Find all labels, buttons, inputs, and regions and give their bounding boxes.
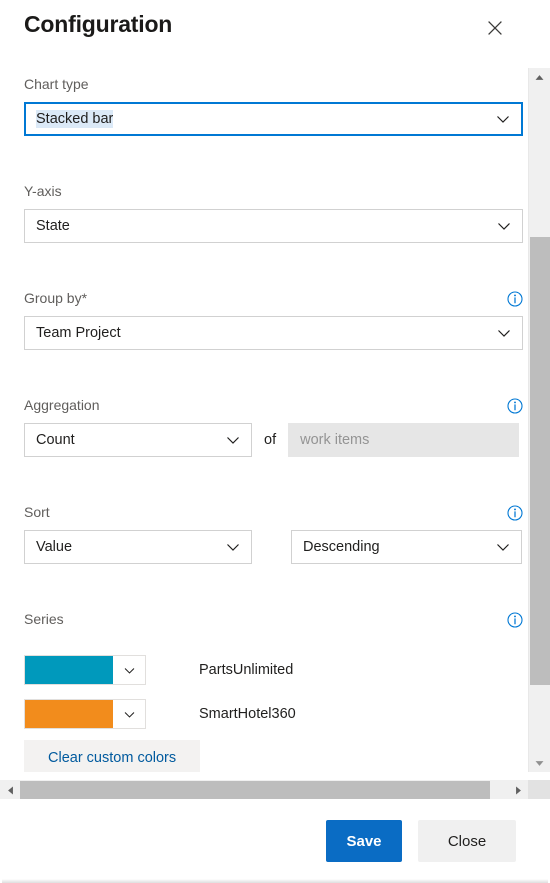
- dialog-header: Configuration: [0, 0, 550, 62]
- scrollbar-corner: [528, 780, 550, 800]
- dialog-close-button[interactable]: [481, 14, 509, 42]
- chevron-down-icon: [227, 437, 239, 444]
- sort-by-value: Value: [36, 539, 73, 555]
- chevron-down-icon: [498, 330, 510, 337]
- chart-type-combobox[interactable]: Stacked bar: [24, 102, 523, 136]
- info-icon[interactable]: [507, 291, 523, 307]
- aggregation-function-combobox[interactable]: Count: [24, 423, 252, 457]
- scroll-up-button[interactable]: [529, 68, 550, 86]
- field-sort: Sort Value Descending: [24, 502, 523, 564]
- scroll-left-button[interactable]: [0, 780, 20, 800]
- horizontal-scroll-thumb[interactable]: [20, 781, 490, 799]
- field-series: Series: [24, 609, 523, 629]
- info-icon[interactable]: [507, 398, 523, 414]
- scroll-right-button[interactable]: [508, 780, 528, 800]
- configuration-dialog: Configuration Chart type Stacked bar Y-a…: [0, 0, 550, 883]
- sort-direction-value: Descending: [303, 539, 380, 555]
- series-name-0: PartsUnlimited: [199, 662, 294, 678]
- field-aggregation: Aggregation Count of work items: [24, 395, 523, 457]
- y-axis-value: State: [36, 218, 70, 234]
- chevron-down-icon: [124, 711, 134, 718]
- save-button[interactable]: Save: [326, 820, 402, 862]
- series-color-picker-1[interactable]: [24, 699, 146, 729]
- field-group-by: Group by* Team Project: [24, 288, 523, 350]
- vertical-scroll-thumb[interactable]: [530, 237, 550, 685]
- aggregation-of-label: of: [264, 432, 277, 448]
- aggregation-row: Count of work items: [24, 423, 523, 457]
- scroll-down-button[interactable]: [529, 754, 550, 772]
- field-chart-type: Chart type Stacked bar: [24, 74, 523, 136]
- info-icon[interactable]: [507, 612, 523, 628]
- horizontal-scrollbar[interactable]: [0, 780, 528, 800]
- field-y-axis: Y-axis State: [24, 181, 523, 243]
- sort-direction-combobox[interactable]: Descending: [291, 530, 522, 564]
- caret-right-icon: [515, 786, 521, 794]
- chevron-down-icon: [227, 544, 239, 551]
- chevron-down-icon: [497, 544, 509, 551]
- aggregation-target-placeholder: work items: [300, 432, 370, 448]
- info-icon[interactable]: [507, 505, 523, 521]
- caret-left-icon: [7, 786, 13, 794]
- clear-custom-colors-button[interactable]: Clear custom colors: [24, 740, 201, 772]
- caret-down-icon: [535, 760, 544, 766]
- sort-row: Value Descending: [24, 530, 523, 564]
- series-color-swatch-0: [25, 656, 113, 684]
- series-name-1: SmartHotel360: [199, 706, 296, 722]
- close-icon: [488, 21, 502, 35]
- sort-by-combobox[interactable]: Value: [24, 530, 252, 564]
- aggregation-target-field: work items: [288, 423, 520, 457]
- caret-up-icon: [535, 74, 544, 80]
- close-button[interactable]: Close: [418, 820, 516, 862]
- series-row: PartsUnlimited: [24, 655, 424, 685]
- chart-type-value: Stacked bar: [36, 110, 114, 128]
- aggregation-label: Aggregation: [24, 397, 100, 413]
- chart-type-label: Chart type: [24, 76, 89, 92]
- configuration-scroll-region: Chart type Stacked bar Y-axis State Grou…: [0, 62, 550, 772]
- y-axis-label: Y-axis: [24, 183, 62, 199]
- series-color-swatch-1: [25, 700, 113, 728]
- series-row: SmartHotel360: [24, 699, 424, 729]
- group-by-label: Group by*: [24, 290, 88, 306]
- vertical-scrollbar[interactable]: [528, 68, 550, 772]
- series-label: Series: [24, 611, 64, 627]
- y-axis-combobox[interactable]: State: [24, 209, 523, 243]
- sort-label: Sort: [24, 504, 50, 520]
- chevron-down-icon: [124, 667, 134, 674]
- chevron-down-icon: [497, 116, 509, 123]
- chevron-down-icon: [498, 223, 510, 230]
- group-by-value: Team Project: [36, 325, 121, 341]
- series-color-picker-0[interactable]: [24, 655, 146, 685]
- group-by-combobox[interactable]: Team Project: [24, 316, 523, 350]
- page-title: Configuration: [24, 11, 173, 37]
- aggregation-function-value: Count: [36, 432, 75, 448]
- dialog-footer: Save Close: [0, 799, 550, 883]
